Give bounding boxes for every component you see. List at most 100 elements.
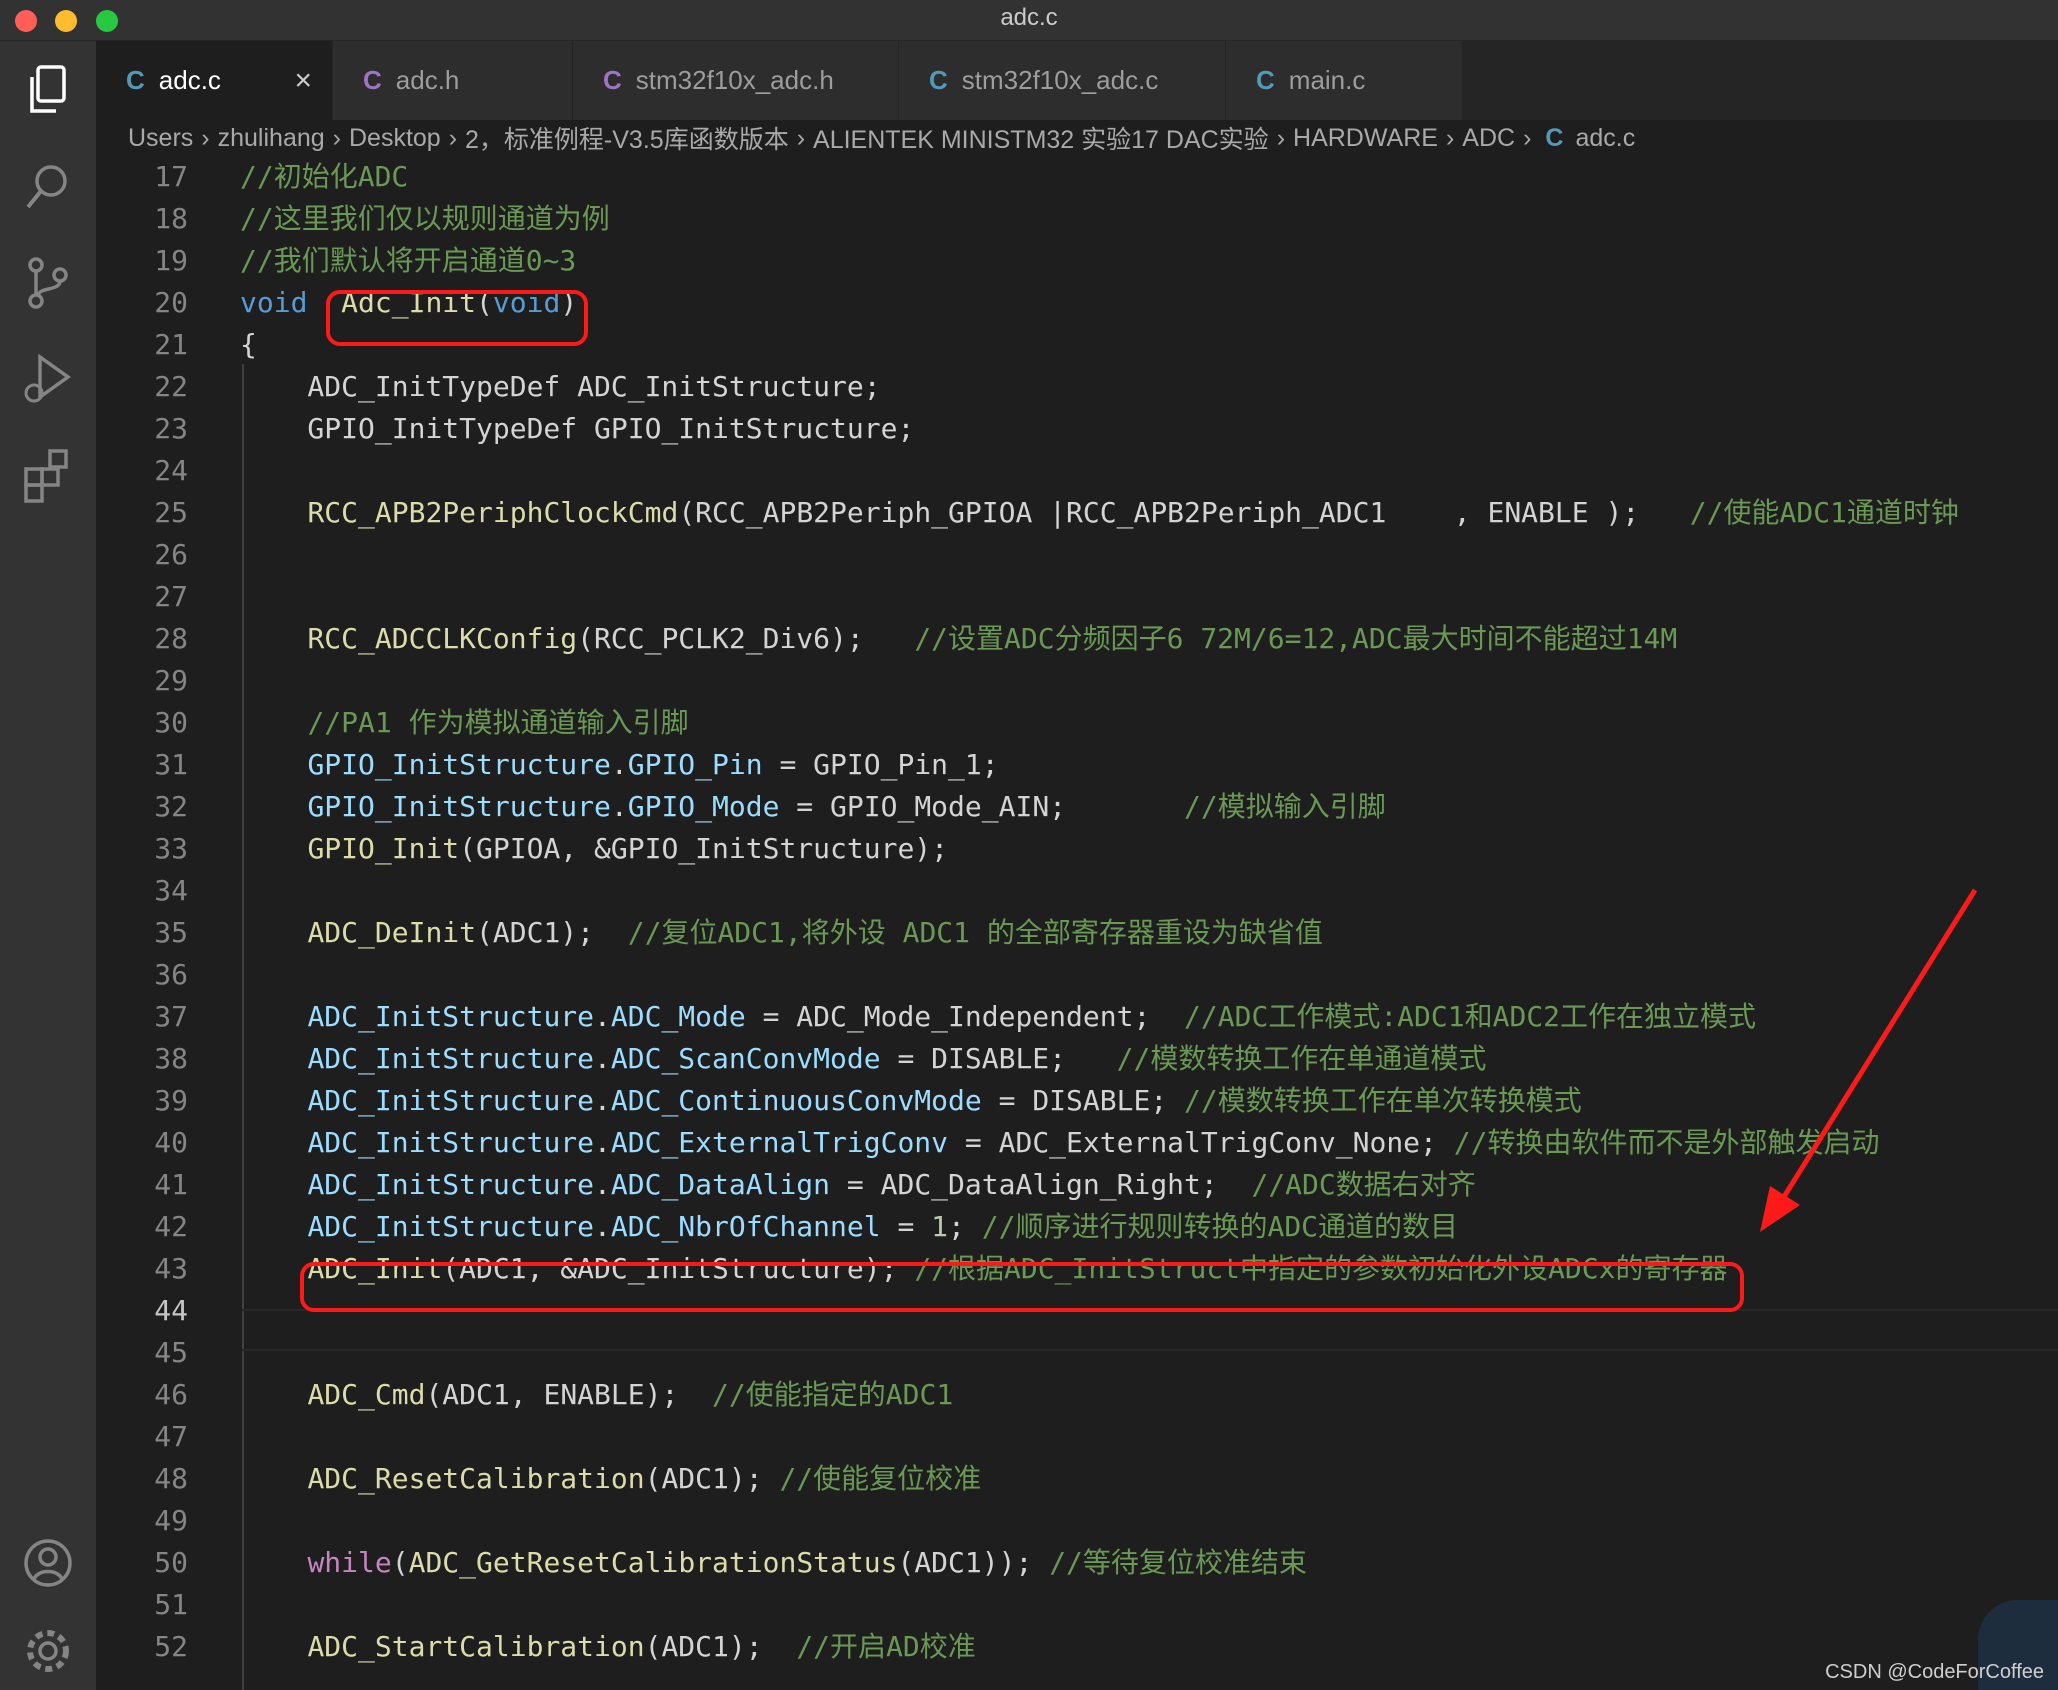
code-line[interactable]: 47 [96, 1416, 2058, 1458]
code-line[interactable]: 34 [96, 870, 2058, 912]
code-line[interactable]: 24 [96, 450, 2058, 492]
source-control-icon[interactable] [18, 253, 78, 313]
account-icon[interactable] [18, 1533, 78, 1593]
code-line[interactable]: 29 [96, 660, 2058, 702]
breadcrumb-file[interactable]: adc.c [1575, 124, 1635, 153]
line-number: 39 [154, 1084, 188, 1117]
title-bar: adc.c [0, 0, 2058, 41]
tab-adc-c[interactable]: C adc.c × [96, 41, 333, 120]
code-text: ADC_InitStructure.ADC_ContinuousConvMode… [240, 1080, 1581, 1122]
code-token: = ADC_Mode_Independent; [745, 1000, 1185, 1033]
code-line[interactable]: 32 GPIO_InitStructure.GPIO_Mode = GPIO_M… [96, 786, 2058, 828]
line-number: 37 [154, 1000, 188, 1033]
breadcrumb-item[interactable]: HARDWARE [1293, 124, 1438, 153]
code-token: //使能指定的ADC1 [712, 1378, 954, 1411]
run-debug-icon[interactable] [18, 349, 78, 409]
code-token: //开启AD校准 [796, 1630, 976, 1663]
code-line[interactable]: 46 ADC_Cmd(ADC1, ENABLE); //使能指定的ADC1 [96, 1374, 2058, 1416]
code-token: ADC_ContinuousConvMode [610, 1084, 982, 1117]
code-line[interactable]: 26 [96, 534, 2058, 576]
code-line[interactable]: 37 ADC_InitStructure.ADC_Mode = ADC_Mode… [96, 996, 2058, 1038]
line-number: 29 [154, 664, 188, 697]
code-line[interactable]: 51 [96, 1584, 2058, 1626]
tab-stm32f10x-adc-h[interactable]: C stm32f10x_adc.h [573, 41, 899, 120]
tab-main-c[interactable]: C main.c [1226, 41, 1463, 120]
settings-gear-icon[interactable] [18, 1621, 78, 1681]
code-line[interactable]: 38 ADC_InitStructure.ADC_ScanConvMode = … [96, 1038, 2058, 1080]
code-token: RCC_ADCCLKConfig [307, 622, 578, 655]
extensions-icon[interactable] [18, 445, 78, 505]
code-line[interactable]: 17 //初始化ADC [96, 156, 2058, 198]
code-line[interactable]: 42 ADC_InitStructure.ADC_NbrOfChannel = … [96, 1206, 2058, 1248]
code-line[interactable]: 39 ADC_InitStructure.ADC_ContinuousConvM… [96, 1080, 2058, 1122]
breadcrumb-item[interactable]: 2，标准例程-V3.5库函数版本 [465, 120, 789, 156]
code-token: //使能ADC1通道时钟 [1689, 496, 1959, 529]
breadcrumb: Users › zhulihang › Desktop › 2，标准例程-V3.… [96, 120, 2058, 156]
code-line[interactable]: 49 [96, 1500, 2058, 1542]
code-text: RCC_APB2PeriphClockCmd(RCC_APB2Periph_GP… [240, 492, 1959, 534]
chevron-right-icon: › [1445, 123, 1455, 152]
code-line[interactable]: 48 ADC_ResetCalibration(ADC1); //使能复位校准 [96, 1458, 2058, 1500]
code-line[interactable]: 31 GPIO_InitStructure.GPIO_Pin = GPIO_Pi… [96, 744, 2058, 786]
line-number: 45 [154, 1336, 188, 1369]
code-token: ADC_InitStructure [307, 1210, 595, 1243]
breadcrumb-item[interactable]: Desktop [349, 124, 441, 153]
breadcrumb-item[interactable]: ADC [1462, 124, 1515, 153]
code-line[interactable]: 50 while(ADC_GetResetCalibrationStatus(A… [96, 1542, 2058, 1584]
code-line[interactable]: 33 GPIO_Init(GPIOA, &GPIO_InitStructure)… [96, 828, 2058, 870]
code-token: = [880, 1210, 932, 1243]
code-text: ADC_StartCalibration(ADC1); //开启AD校准 [240, 1626, 976, 1668]
code-token: ADC_GetResetCalibrationStatus [408, 1546, 898, 1579]
code-line[interactable]: 19 //我们默认将开启通道0~3 [96, 240, 2058, 282]
code-line[interactable]: 41 ADC_InitStructure.ADC_DataAlign = ADC… [96, 1164, 2058, 1206]
code-line[interactable]: 45 [96, 1332, 2058, 1374]
code-line[interactable]: 25 RCC_APB2PeriphClockCmd(RCC_APB2Periph… [96, 492, 2058, 534]
breadcrumb-item[interactable]: zhulihang [218, 124, 325, 153]
code-line[interactable]: 28 RCC_ADCCLKConfig(RCC_PCLK2_Div6); //设… [96, 618, 2058, 660]
code-token: //模数转换工作在单通道模式 [1116, 1042, 1487, 1075]
line-number: 30 [154, 706, 188, 739]
code-token: ADC_InitStructure [307, 1126, 595, 1159]
line-number: 41 [154, 1168, 188, 1201]
line-number: 51 [154, 1588, 188, 1621]
line-number: 34 [154, 874, 188, 907]
code-line[interactable]: 18 //这里我们仅以规则通道为例 [96, 198, 2058, 240]
breadcrumb-item[interactable]: Users [128, 124, 193, 153]
code-token: (GPIOA, &GPIO_InitStructure); [459, 832, 949, 865]
tab-adc-h[interactable]: C adc.h [333, 41, 573, 120]
code-token: GPIO_Init [307, 832, 460, 865]
tab-stm32f10x-adc-c[interactable]: C stm32f10x_adc.c [899, 41, 1226, 120]
annotation-box-adc-init-call [300, 1262, 1744, 1312]
close-icon[interactable]: × [294, 64, 312, 98]
code-line[interactable]: 52 ADC_StartCalibration(ADC1); //开启AD校准 [96, 1626, 2058, 1668]
code-line[interactable]: 36 [96, 954, 2058, 996]
code-token: . [594, 1042, 611, 1075]
breadcrumb-item[interactable]: ALIENTEK MINISTM32 实验17 DAC实验 [813, 120, 1269, 156]
search-icon[interactable] [18, 157, 78, 217]
code-token: (ADC1)); [897, 1546, 1050, 1579]
code-token: ADC_InitTypeDef ADC_InitStructure; [240, 370, 881, 403]
code-token: //这里我们仅以规则通道为例 [240, 202, 610, 235]
explorer-icon[interactable] [18, 61, 78, 121]
code-line[interactable]: 40 ADC_InitStructure.ADC_ExternalTrigCon… [96, 1122, 2058, 1164]
code-line[interactable]: 27 [96, 576, 2058, 618]
code-token: = DISABLE; [981, 1084, 1185, 1117]
code-token: RCC_APB2PeriphClockCmd [307, 496, 679, 529]
code-line[interactable]: 30 //PA1 作为模拟通道输入引脚 [96, 702, 2058, 744]
tab-bar: C adc.c × C adc.h C stm32f10x_adc.h C st… [96, 41, 2058, 120]
code-token: //ADC数据右对齐 [1251, 1168, 1476, 1201]
code-editor[interactable]: 17 //初始化ADC 18 //这里我们仅以规则通道为例 19 //我们默认将开启通道0… [96, 156, 2058, 1690]
code-line[interactable]: 35 ADC_DeInit(ADC1); //复位ADC1,将外设 ADC1 的… [96, 912, 2058, 954]
line-number: 38 [154, 1042, 188, 1075]
line-number: 28 [154, 622, 188, 655]
c-file-icon: C [929, 65, 948, 95]
code-token: GPIO_InitTypeDef GPIO_InitStructure; [240, 412, 915, 445]
code-line[interactable]: 22 ADC_InitTypeDef ADC_InitStructure; [96, 366, 2058, 408]
code-line[interactable]: 23 GPIO_InitTypeDef GPIO_InitStructure; [96, 408, 2058, 450]
